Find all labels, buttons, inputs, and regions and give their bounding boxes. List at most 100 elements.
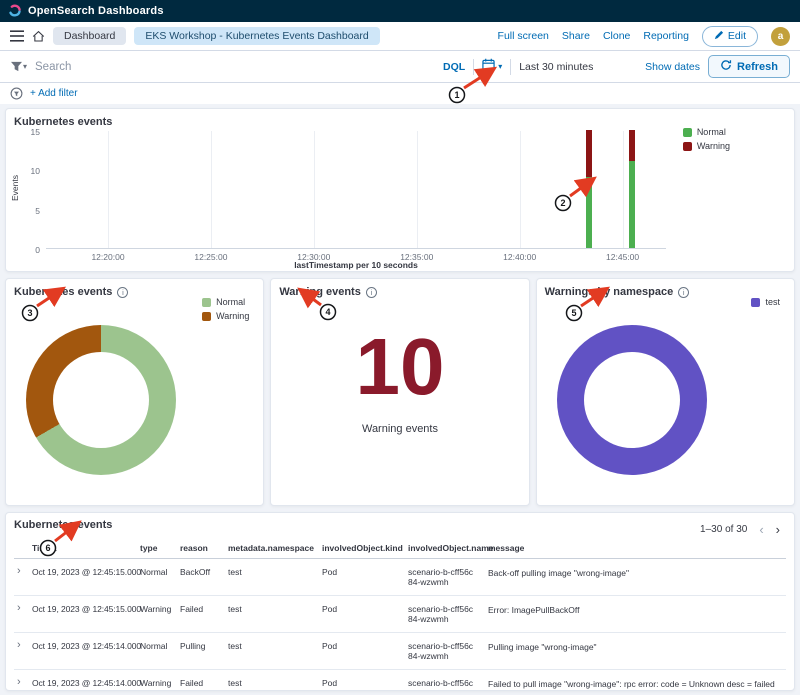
legend-item[interactable]: test [751,297,780,307]
search-input[interactable] [35,61,435,73]
histogram-bar-warning[interactable] [586,130,592,177]
table-row: Oct 19, 2023 @ 12:45:14.000NormalPulling… [14,633,786,670]
legend-swatch [683,142,692,151]
show-dates-link[interactable]: Show dates [645,61,700,73]
column-header-namespace[interactable]: metadata.namespace [228,543,318,553]
add-filter-button[interactable]: + Add filter [30,88,78,99]
column-header-time[interactable]: Time↓ [32,543,136,553]
events-donut-chart[interactable] [26,325,176,475]
cell-name: scenario-b-cff56c84-wzwmh [408,641,484,661]
app-title: OpenSearch Dashboards [28,5,164,17]
pagination-range: 1–30 of 30 [700,524,747,535]
column-header-kind[interactable]: involvedObject.kind [322,543,404,553]
panel-kubernetes-events-pie: Kubernetes events NormalWarning [5,278,264,506]
panel-row: Kubernetes events NormalWarning Warning … [5,278,795,506]
date-picker-button[interactable] [482,58,502,76]
metric: 10 Warning events [271,327,528,435]
pencil-icon [714,30,724,43]
refresh-icon [720,59,732,74]
filter-bar: + Add filter [0,83,800,104]
gridline [314,131,315,248]
chevron-down-icon [498,63,502,71]
nav-bar: Dashboard EKS Workshop - Kubernetes Even… [0,22,800,51]
cell-reason: Failed [180,604,224,614]
legend-item[interactable]: Warning [202,311,249,321]
legend-swatch [202,312,211,321]
events-histogram-plot: 12:20:0012:25:0012:30:0012:35:0012:40:00… [46,131,666,249]
gridline [108,131,109,248]
y-axis-label: Events [10,175,20,201]
table-header-row: Time↓ type reason metadata.namespace involve… [14,540,786,559]
cell-name: scenario-b-cff56c84-wzwmh [408,604,484,624]
expand-row-icon[interactable] [14,604,28,613]
pagination: 1–30 of 30 [700,523,780,536]
namespace-donut-chart[interactable] [557,325,707,475]
legend-item[interactable]: Warning [683,141,730,151]
legend-swatch [683,128,692,137]
y-tick-label: 0 [20,245,40,255]
info-icon[interactable] [678,287,689,298]
time-range-value[interactable]: Last 30 minutes [519,61,593,73]
column-header-reason[interactable]: reason [180,543,224,553]
info-icon[interactable] [117,287,128,298]
panel-warning-events-metric: Warning events 10 Warning events [270,278,529,506]
legend-label: Warning [697,141,730,151]
table-row: Oct 19, 2023 @ 12:45:15.000WarningFailed… [14,596,786,633]
panel-title: Kubernetes events [14,519,786,531]
avatar[interactable]: a [771,27,790,46]
cell-message: Error: ImagePullBackOff [488,604,786,616]
full-screen-link[interactable]: Full screen [498,30,549,42]
cell-reason: Failed [180,678,224,688]
panel-title: Kubernetes events [14,116,786,128]
divider [473,59,474,75]
cell-message: Pulling image "wrong-image" [488,641,786,653]
column-header-message[interactable]: message [488,543,786,553]
legend-item[interactable]: Normal [202,297,249,307]
info-icon[interactable] [366,287,377,298]
histogram-bar-normal[interactable] [586,177,592,248]
breadcrumb-dashboard[interactable]: Dashboard [53,27,126,45]
refresh-button[interactable]: Refresh [708,55,790,78]
legend-label: test [765,297,780,307]
cell-namespace: test [228,604,318,614]
expand-row-icon[interactable] [14,567,28,576]
y-tick-label: 10 [20,166,40,176]
legend-swatch [751,298,760,307]
column-header-type[interactable]: type [140,543,176,553]
legend-item[interactable]: Normal [683,127,730,137]
gridline [623,131,624,248]
cell-message: Back-off pulling image "wrong-image" [488,567,786,579]
chevron-down-icon [23,63,27,71]
saved-query-filter-icon[interactable] [10,61,27,72]
histogram-bar-normal[interactable] [629,161,635,248]
expand-row-icon[interactable] [14,641,28,650]
edit-button-label: Edit [728,30,746,42]
y-tick-label: 15 [20,127,40,137]
clone-link[interactable]: Clone [603,30,630,42]
column-header-name[interactable]: involvedObject.name [408,543,484,553]
filter-options-icon[interactable] [10,87,23,100]
reporting-link[interactable]: Reporting [643,30,689,42]
dashboard-content: Kubernetes events Normal Warning Events 1… [0,104,800,695]
cell-time: Oct 19, 2023 @ 12:45:14.000 [32,641,136,651]
breadcrumb-current-dashboard[interactable]: EKS Workshop - Kubernetes Events Dashboa… [134,27,379,45]
next-page-icon[interactable] [776,523,780,536]
edit-button[interactable]: Edit [702,26,758,47]
legend-label: Normal [697,127,726,137]
expand-row-icon[interactable] [14,678,28,687]
cell-reason: Pulling [180,641,224,651]
panel-kubernetes-events-table: Kubernetes events 1–30 of 30 Time↓ typere… [5,512,795,691]
table-body: Oct 19, 2023 @ 12:45:15.000NormalBackOff… [14,559,786,691]
menu-icon[interactable] [10,30,24,42]
cell-name: scenario-b-cff56c84-wzwmh [408,567,484,587]
cell-type: Warning [140,604,176,614]
gridline [520,131,521,248]
share-link[interactable]: Share [562,30,590,42]
legend-label: Normal [216,297,245,307]
home-icon[interactable] [32,30,45,43]
cell-time: Oct 19, 2023 @ 12:45:15.000 [32,567,136,577]
prev-page-icon[interactable] [759,523,763,536]
dql-button[interactable]: DQL [443,61,465,73]
histogram-bar-warning[interactable] [629,130,635,161]
y-tick-label: 5 [20,206,40,216]
